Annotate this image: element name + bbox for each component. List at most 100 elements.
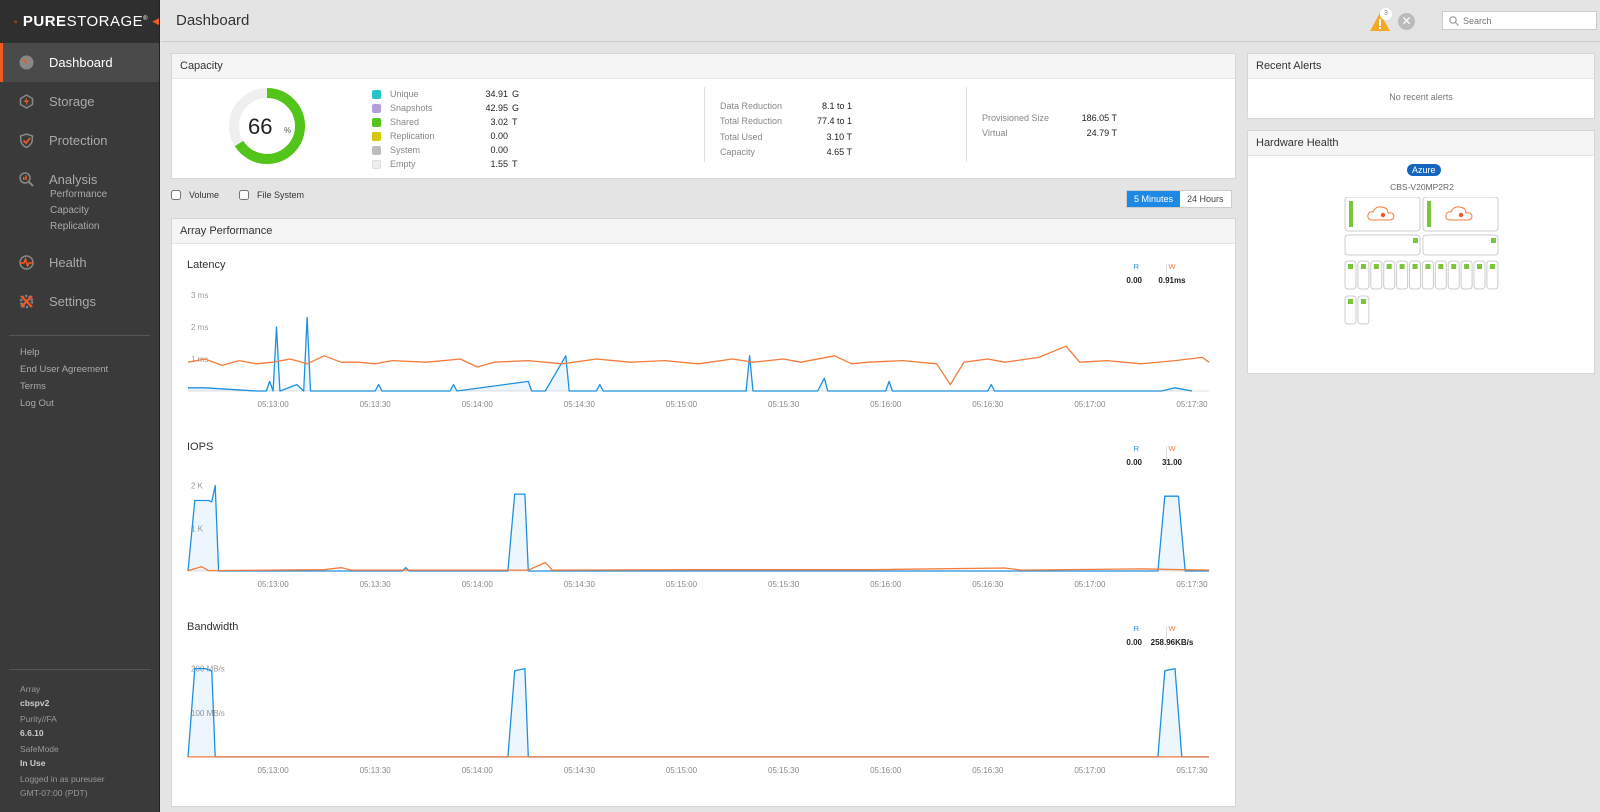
series-line-read (188, 316, 1193, 392)
legend-unit: T (512, 159, 518, 169)
drive-status-led (1360, 264, 1366, 269)
drive-bay[interactable] (1473, 260, 1486, 290)
legend-label: Replication (390, 131, 435, 141)
timezone: GMT-07:00 (PDT) (20, 788, 88, 798)
legend-label: Snapshots (390, 103, 433, 113)
no-alerts-message: No recent alerts (1389, 92, 1453, 102)
capacity-title: Capacity (172, 54, 1235, 79)
sidebar-item-storage[interactable]: Storage (0, 82, 159, 121)
help-link[interactable]: Help (0, 344, 159, 361)
drive-bay[interactable] (1344, 295, 1357, 325)
divider (704, 87, 705, 162)
legend-swatch (372, 159, 381, 169)
purity-label: Purity//FA (20, 714, 57, 724)
shelf-status-led (1491, 238, 1496, 243)
sidebar-subitem-performance[interactable]: Performance (0, 187, 159, 203)
drive-bay[interactable] (1486, 260, 1499, 290)
chart-plot: 1 ms2 ms3 ms05:13:00 05:13:30 05:14:00 05:1… (187, 291, 1210, 409)
sidebar-item-health[interactable]: Health (0, 243, 159, 282)
terms-link[interactable]: Terms (0, 378, 159, 395)
series-line-read (187, 667, 1209, 758)
range-5-minutes-button[interactable]: 5 Minutes (1127, 191, 1181, 207)
brand-logo[interactable]: PURESTORAGE® ◀ (0, 0, 159, 43)
x-tick-label: 05:14:00 (462, 400, 494, 409)
drive-bay[interactable] (1357, 295, 1370, 325)
legend-label: Shared (390, 117, 420, 127)
drive-bay[interactable] (1344, 260, 1357, 290)
array-model-name: CBS-V20MP2R2 (1390, 182, 1454, 192)
time-range-toggle: 5 Minutes 24 Hours (1126, 190, 1232, 208)
drive-bay[interactable] (1421, 260, 1434, 290)
stat-value: 8.1 to 1 (821, 100, 852, 111)
drive-bay[interactable] (1460, 260, 1473, 290)
shelf[interactable] (1422, 234, 1499, 256)
drive-bay[interactable] (1447, 260, 1460, 290)
legend-value: 0.00 (490, 145, 508, 155)
stat-label: Data Reduction (720, 100, 783, 111)
drive-status-led (1438, 264, 1444, 269)
log-out-link[interactable]: Log Out (0, 395, 159, 412)
drive-bay[interactable] (1383, 260, 1396, 290)
file-system-filter[interactable]: File System (239, 190, 304, 200)
x-tick-label: 05:17:00 (1074, 580, 1106, 589)
x-tick-label: 05:14:30 (564, 400, 596, 409)
x-tick-label: 05:17:00 (1074, 400, 1106, 409)
sidebar-subitem-capacity[interactable]: Capacity (0, 203, 159, 219)
x-tick-label: 05:15:30 (768, 766, 800, 775)
drive-status-led (1489, 264, 1495, 269)
drive-status-led (1464, 264, 1470, 269)
search-box[interactable] (1442, 11, 1597, 30)
capacity-percent: 66 (248, 114, 273, 139)
x-tick-label: 05:16:30 (972, 400, 1004, 409)
file-system-label: File System (257, 190, 305, 200)
array-name: cbspv2 (20, 698, 50, 708)
page-title: Dashboard (176, 12, 250, 29)
controller[interactable] (1344, 197, 1421, 232)
volume-checkbox[interactable] (171, 190, 181, 200)
shelf[interactable] (1344, 234, 1421, 256)
drive-bay[interactable] (1370, 260, 1383, 290)
drive-bay[interactable] (1434, 260, 1447, 290)
controller[interactable] (1422, 197, 1499, 232)
stat-row: Data Reduction 8.1 to 1 (720, 98, 852, 114)
drive-status-led (1348, 264, 1353, 269)
series-area-read (188, 317, 1192, 391)
x-tick-label: 05:15:00 (666, 400, 698, 409)
close-icon[interactable]: ✕ (1398, 13, 1415, 30)
drive-bay[interactable] (1396, 260, 1409, 290)
drive-status-led (1412, 264, 1418, 269)
file-system-checkbox[interactable] (239, 190, 250, 200)
drive-bay[interactable] (1409, 260, 1421, 290)
stat-row: Total Reduction 77.4 to 1 (720, 114, 852, 130)
health-heartbeat-icon (18, 255, 34, 271)
sidebar-item-settings[interactable]: Settings (0, 282, 159, 321)
sidebar-item-dashboard[interactable]: Dashboard (0, 43, 159, 82)
search-input[interactable] (1463, 15, 1583, 26)
drive-status-led (1386, 264, 1392, 269)
legend-item: Empty 1.55 T (372, 157, 528, 171)
search-icon (1449, 15, 1459, 26)
series-line-read (187, 484, 1209, 572)
x-tick-label: 05:16:30 (972, 580, 1004, 589)
y-tick-label: 2 ms (191, 323, 208, 332)
legend-unit: G (512, 89, 520, 99)
range-24-hours-button[interactable]: 24 Hours (1180, 191, 1231, 207)
stat-row: Total Used 3.10 T (720, 129, 852, 145)
controller-status-bar (1427, 201, 1431, 227)
x-tick-label: 05:13:30 (360, 766, 392, 775)
sidebar-item-protection[interactable]: Protection (0, 121, 159, 160)
brand-wordmark: PURESTORAGE® (22, 13, 149, 30)
hardware-health-title: Hardware Health (1248, 131, 1594, 156)
x-tick-label: 05:13:30 (360, 580, 392, 589)
stat-row: Capacity 4.65 T (720, 145, 852, 161)
drive-bay[interactable] (1357, 260, 1370, 290)
collapse-sidebar-caret-icon[interactable]: ◀ (152, 16, 159, 27)
stat-label: Capacity (720, 147, 756, 158)
stat-value: 24.79 T (1086, 128, 1117, 139)
capacity-panel: Capacity 66 % Unique 34.91 G Snapshots 42.95… (171, 53, 1236, 179)
end-user-agreement-link[interactable]: End User Agreement (0, 361, 159, 378)
shelf-status-led (1413, 238, 1418, 243)
volume-filter[interactable]: Volume (171, 190, 219, 200)
x-tick-label: 05:15:00 (666, 766, 698, 775)
sidebar-subitem-replication[interactable]: Replication (0, 219, 159, 235)
